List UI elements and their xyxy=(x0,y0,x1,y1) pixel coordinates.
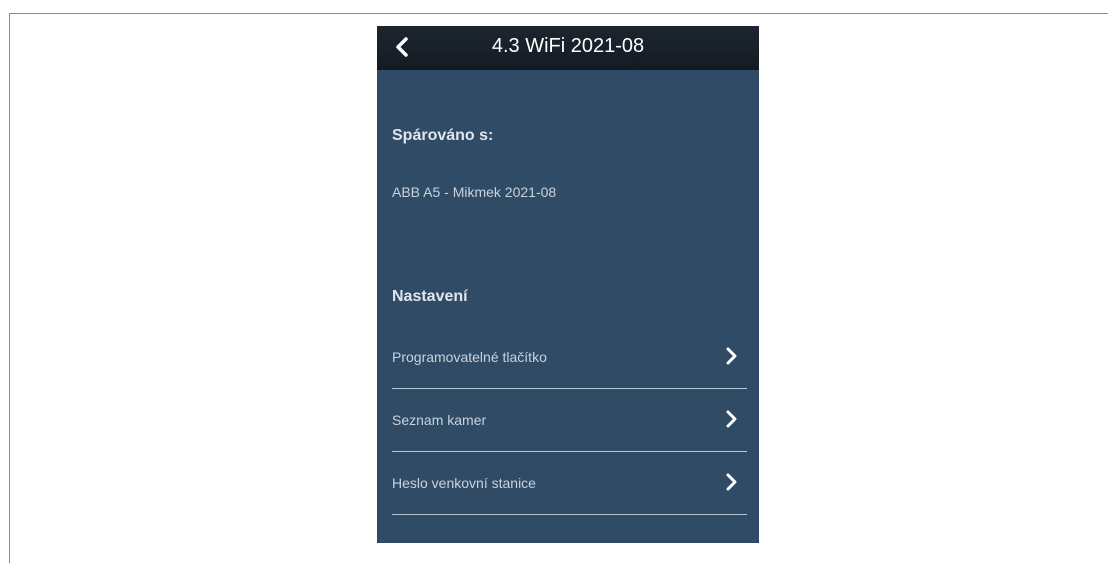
menu-item-outdoor-station-password[interactable]: Heslo venkovní stanice xyxy=(392,463,747,515)
paired-device-name: ABB A5 - Mikmek 2021-08 xyxy=(392,184,557,200)
chevron-right-icon xyxy=(726,410,737,428)
menu-divider xyxy=(392,388,747,389)
menu-item-camera-list[interactable]: Seznam kamer xyxy=(392,400,747,452)
page-title: 4.3 WiFi 2021-08 xyxy=(491,35,645,57)
title-bar: 4.3 WiFi 2021-08 xyxy=(377,26,759,70)
app-screen: 4.3 WiFi 2021-08 Spárováno s: ABB A5 - M… xyxy=(377,26,759,543)
frame-top-border xyxy=(9,13,1108,14)
paired-heading: Spárováno s: xyxy=(392,127,494,144)
chevron-right-icon xyxy=(726,473,737,491)
menu-item-label: Programovatelné tlačítko xyxy=(392,349,547,365)
menu-divider xyxy=(392,451,747,452)
frame-left-border xyxy=(9,13,10,563)
menu-item-label: Seznam kamer xyxy=(392,412,487,428)
menu-item-label: Heslo venkovní stanice xyxy=(392,475,536,491)
settings-heading: Nastavení xyxy=(392,288,468,305)
menu-item-programmable-button[interactable]: Programovatelné tlačítko xyxy=(392,337,747,389)
menu-divider xyxy=(392,514,747,515)
chevron-right-icon xyxy=(726,347,737,365)
